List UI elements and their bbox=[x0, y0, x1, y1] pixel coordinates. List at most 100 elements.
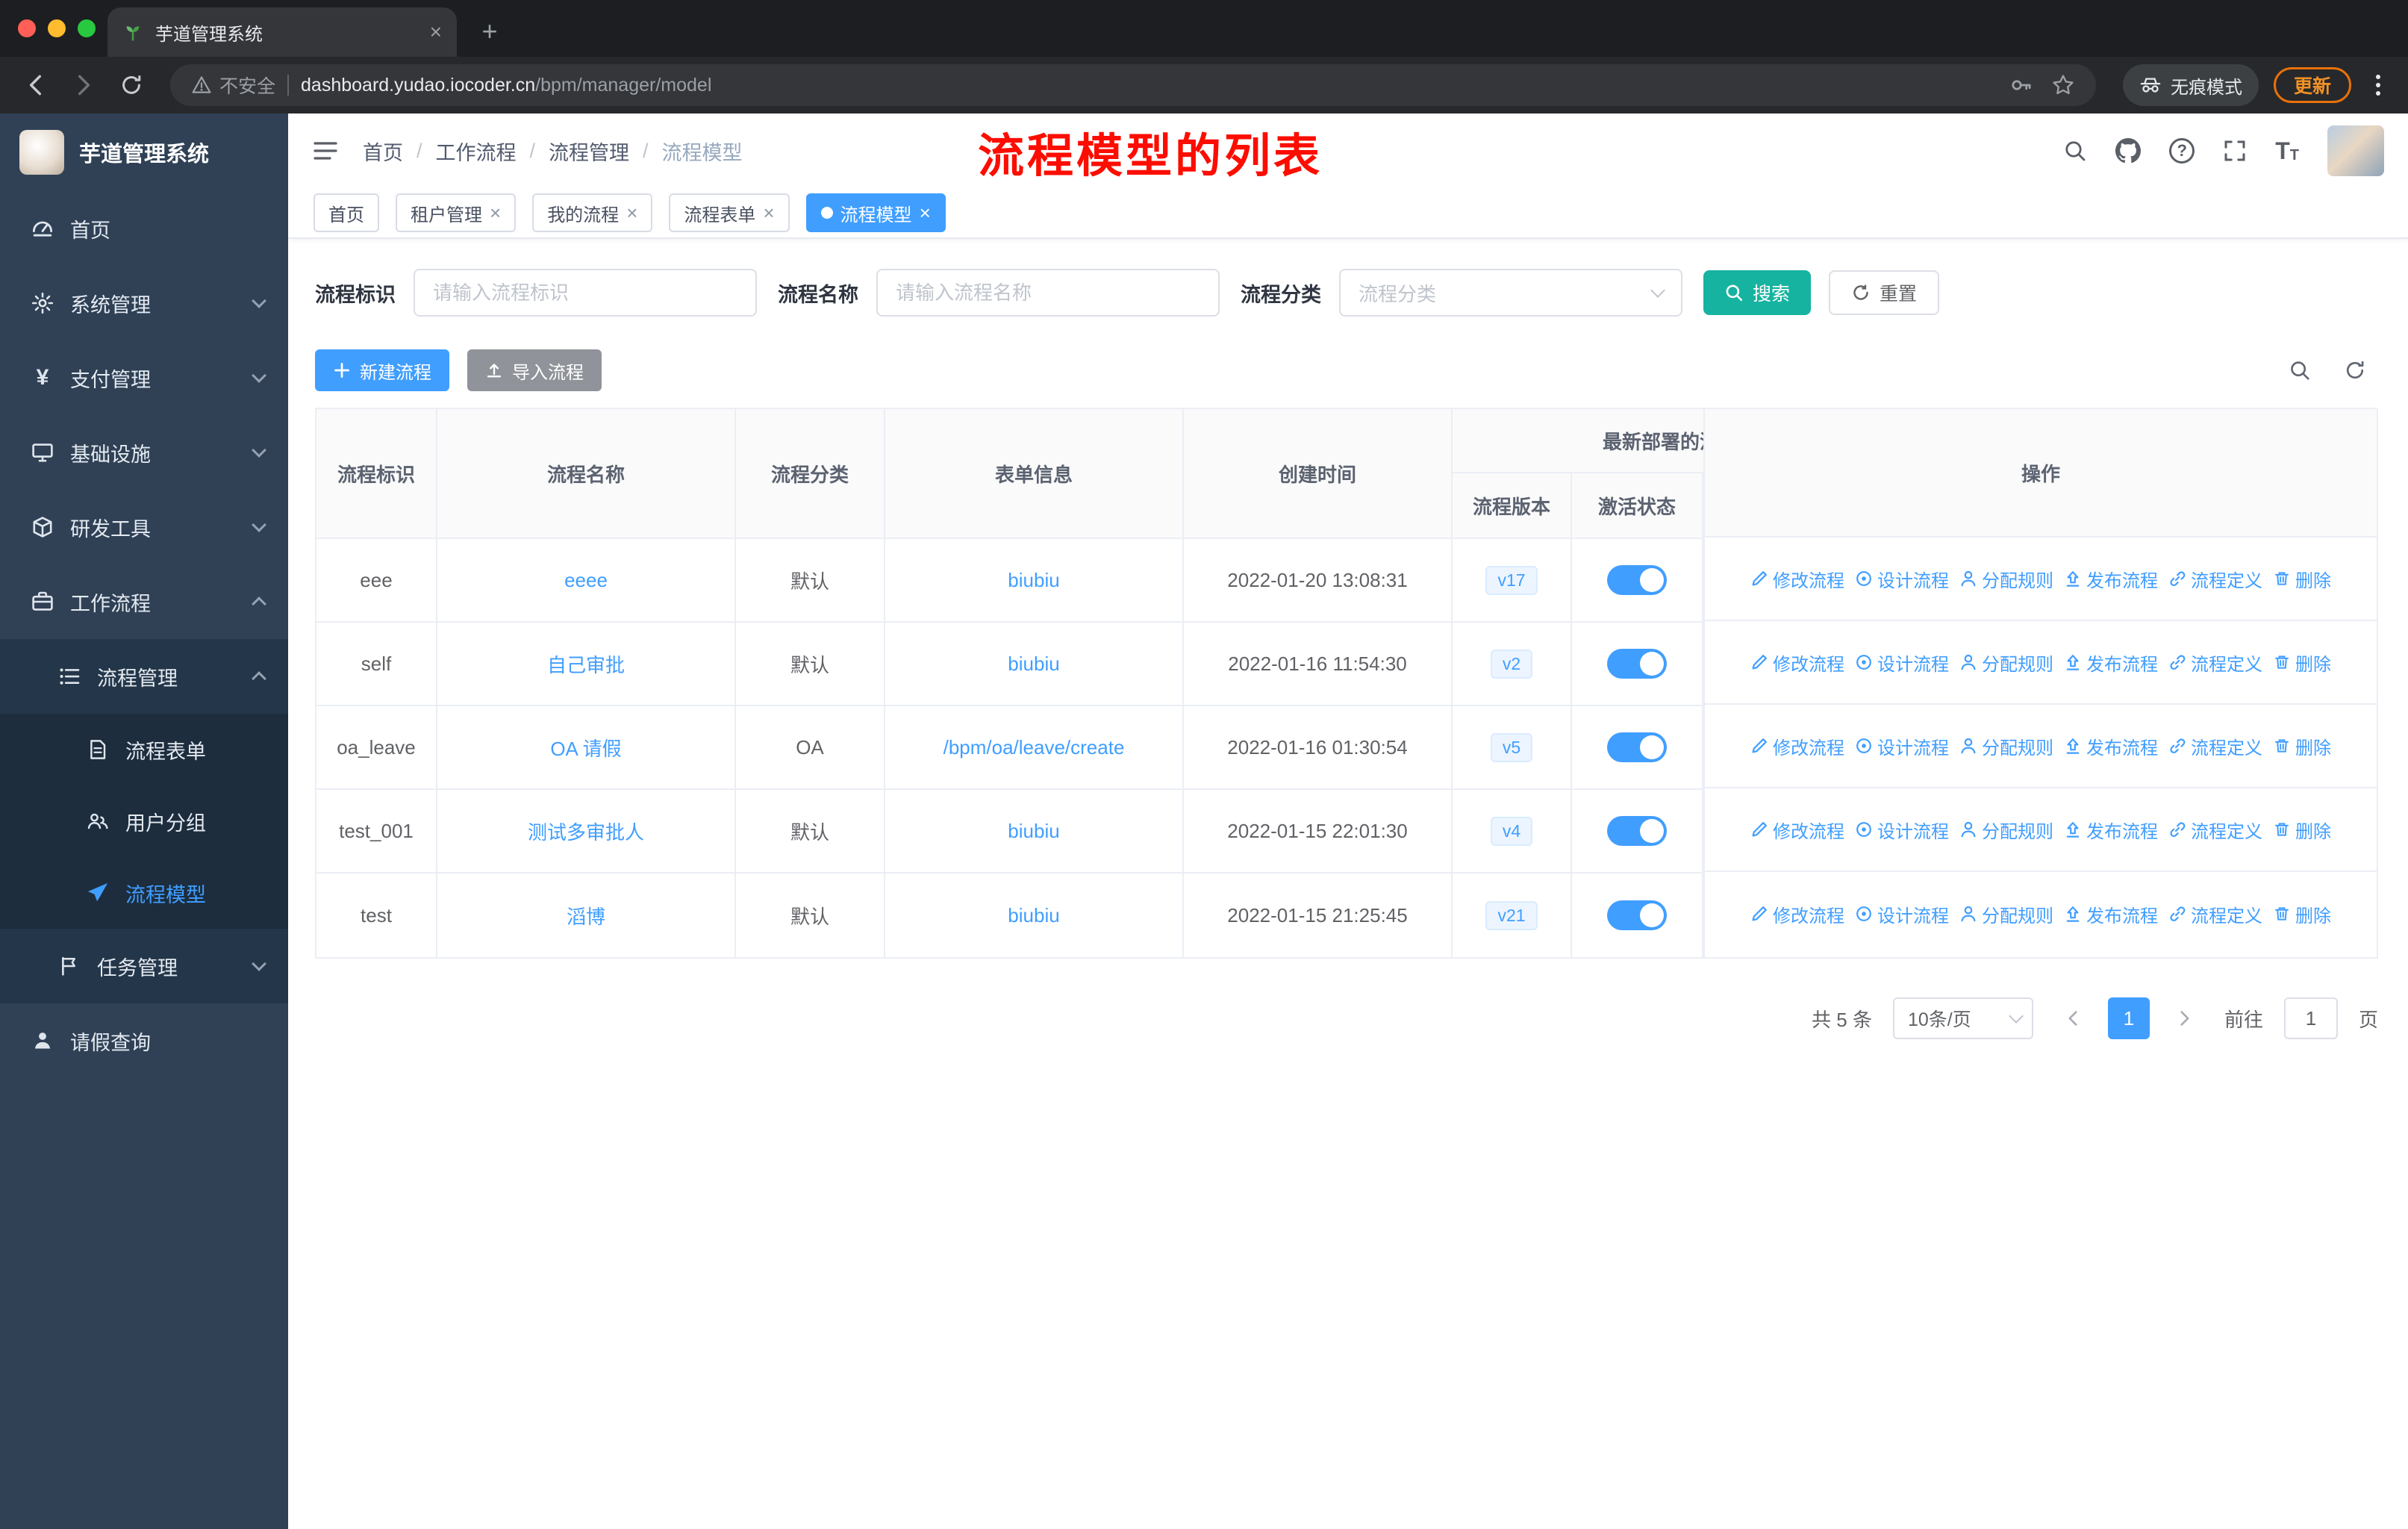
sidebar-item-process-form[interactable]: 流程表单 bbox=[0, 714, 288, 785]
cell-process-name[interactable]: OA 请假 bbox=[437, 706, 736, 788]
cell-process-name[interactable]: 滔博 bbox=[437, 874, 736, 957]
sidebar-item-system[interactable]: 系统管理 bbox=[0, 266, 288, 340]
close-icon[interactable]: × bbox=[626, 203, 637, 222]
action-edit[interactable]: 修改流程 bbox=[1750, 817, 1844, 843]
prev-page-icon[interactable] bbox=[2054, 997, 2093, 1039]
forward-icon[interactable] bbox=[63, 64, 105, 106]
sidebar-item-user-group[interactable]: 用户分组 bbox=[0, 785, 288, 857]
cell-form-info[interactable]: /bpm/oa/leave/create bbox=[885, 706, 1184, 788]
action-publish[interactable]: 发布流程 bbox=[2064, 733, 2158, 759]
close-window-button[interactable] bbox=[18, 19, 36, 37]
sidebar-item-workflow[interactable]: 工作流程 bbox=[0, 564, 288, 639]
security-warning[interactable]: 不安全 bbox=[191, 72, 275, 99]
close-icon[interactable]: × bbox=[920, 203, 931, 222]
action-user[interactable]: 分配规则 bbox=[1959, 566, 2053, 592]
tag-home[interactable]: 首页 bbox=[314, 193, 379, 232]
sidebar-item-dev-tools[interactable]: 研发工具 bbox=[0, 490, 288, 564]
action-delete[interactable]: 删除 bbox=[2273, 901, 2331, 927]
active-toggle[interactable] bbox=[1607, 649, 1667, 679]
action-publish[interactable]: 发布流程 bbox=[2064, 566, 2158, 592]
process-key-input[interactable] bbox=[414, 269, 757, 317]
action-publish[interactable]: 发布流程 bbox=[2064, 901, 2158, 927]
action-user[interactable]: 分配规则 bbox=[1959, 733, 2053, 759]
tab-close-icon[interactable]: × bbox=[430, 22, 442, 43]
update-button[interactable]: 更新 bbox=[2273, 67, 2351, 103]
tag-process-model[interactable]: 流程模型 × bbox=[805, 193, 946, 232]
action-definition[interactable]: 流程定义 bbox=[2168, 566, 2262, 592]
fullscreen-icon[interactable] bbox=[2223, 139, 2247, 163]
action-publish[interactable]: 发布流程 bbox=[2064, 650, 2158, 676]
cell-form-info[interactable]: biubiu bbox=[885, 539, 1184, 621]
active-toggle[interactable] bbox=[1607, 816, 1667, 846]
cell-form-info[interactable]: biubiu bbox=[885, 874, 1184, 957]
tag-process-form[interactable]: 流程表单 × bbox=[669, 193, 790, 232]
reload-icon[interactable] bbox=[110, 64, 152, 106]
sidebar-item-infrastructure[interactable]: 基础设施 bbox=[0, 415, 288, 490]
breadcrumb-item[interactable]: 首页 bbox=[363, 137, 403, 166]
refresh-table-icon[interactable] bbox=[2344, 359, 2366, 382]
browser-menu-icon[interactable] bbox=[2363, 69, 2393, 102]
cell-process-name[interactable]: eeee bbox=[437, 539, 736, 621]
page-size-select[interactable]: 10条/页 bbox=[1892, 997, 2033, 1039]
action-edit[interactable]: 修改流程 bbox=[1750, 650, 1844, 676]
action-design[interactable]: 设计流程 bbox=[1855, 650, 1949, 676]
sidebar-item-process-model[interactable]: 流程模型 bbox=[0, 857, 288, 929]
sidebar-item-task-management[interactable]: 任务管理 bbox=[0, 929, 288, 1003]
action-delete[interactable]: 删除 bbox=[2273, 566, 2331, 592]
close-icon[interactable]: × bbox=[763, 203, 774, 222]
import-process-button[interactable]: 导入流程 bbox=[467, 349, 602, 391]
reset-button[interactable]: 重置 bbox=[1829, 270, 1940, 315]
back-icon[interactable] bbox=[15, 64, 57, 106]
action-edit[interactable]: 修改流程 bbox=[1750, 733, 1844, 759]
breadcrumb-item[interactable]: 工作流程 bbox=[436, 137, 517, 166]
action-delete[interactable]: 删除 bbox=[2273, 817, 2331, 843]
close-icon[interactable]: × bbox=[490, 203, 501, 222]
cell-form-info[interactable]: biubiu bbox=[885, 790, 1184, 872]
action-design[interactable]: 设计流程 bbox=[1855, 733, 1949, 759]
active-toggle[interactable] bbox=[1607, 900, 1667, 930]
action-definition[interactable]: 流程定义 bbox=[2168, 901, 2262, 927]
action-design[interactable]: 设计流程 bbox=[1855, 817, 1949, 843]
create-process-button[interactable]: 新建流程 bbox=[315, 349, 449, 391]
action-definition[interactable]: 流程定义 bbox=[2168, 733, 2262, 759]
sidebar-item-process-management[interactable]: 流程管理 bbox=[0, 639, 288, 714]
tag-tenant-management[interactable]: 租户管理 × bbox=[396, 193, 517, 232]
action-user[interactable]: 分配规则 bbox=[1959, 901, 2053, 927]
address-bar[interactable]: 不安全 dashboard.yudao.iocoder.cn/bpm/manag… bbox=[170, 64, 2096, 106]
next-page-icon[interactable] bbox=[2165, 997, 2203, 1039]
action-definition[interactable]: 流程定义 bbox=[2168, 817, 2262, 843]
browser-tab[interactable]: 芋道管理系统 × bbox=[107, 7, 457, 57]
new-tab-button[interactable]: + bbox=[469, 10, 511, 52]
action-publish[interactable]: 发布流程 bbox=[2064, 817, 2158, 843]
action-edit[interactable]: 修改流程 bbox=[1750, 566, 1844, 592]
goto-page-input[interactable] bbox=[2283, 997, 2338, 1039]
cell-form-info[interactable]: biubiu bbox=[885, 623, 1184, 705]
action-design[interactable]: 设计流程 bbox=[1855, 566, 1949, 592]
action-user[interactable]: 分配规则 bbox=[1959, 817, 2053, 843]
action-delete[interactable]: 删除 bbox=[2273, 733, 2331, 759]
sidebar-item-home[interactable]: 首页 bbox=[0, 191, 288, 266]
action-user[interactable]: 分配规则 bbox=[1959, 650, 2053, 676]
github-icon[interactable] bbox=[2115, 138, 2142, 164]
search-icon[interactable] bbox=[2063, 139, 2087, 163]
cell-process-name[interactable]: 自己审批 bbox=[437, 623, 736, 705]
tag-my-process[interactable]: 我的流程 × bbox=[532, 193, 653, 232]
password-key-icon[interactable] bbox=[2009, 73, 2033, 97]
page-number-button[interactable]: 1 bbox=[2107, 997, 2150, 1039]
process-category-select[interactable]: 流程分类 bbox=[1339, 269, 1682, 317]
user-avatar[interactable] bbox=[2327, 125, 2384, 176]
search-button[interactable]: 搜索 bbox=[1703, 270, 1812, 315]
action-definition[interactable]: 流程定义 bbox=[2168, 650, 2262, 676]
active-toggle[interactable] bbox=[1607, 565, 1667, 595]
maximize-window-button[interactable] bbox=[78, 19, 96, 37]
process-name-input[interactable] bbox=[876, 269, 1220, 317]
collapse-sidebar-icon[interactable] bbox=[312, 137, 339, 164]
sidebar-item-leave-query[interactable]: 请假查询 bbox=[0, 1003, 288, 1078]
breadcrumb-item[interactable]: 流程管理 bbox=[549, 137, 629, 166]
cell-process-name[interactable]: 测试多审批人 bbox=[437, 790, 736, 872]
minimize-window-button[interactable] bbox=[48, 19, 66, 37]
action-delete[interactable]: 删除 bbox=[2273, 650, 2331, 676]
sidebar-item-payment[interactable]: ¥ 支付管理 bbox=[0, 340, 288, 415]
bookmark-star-icon[interactable] bbox=[2051, 73, 2075, 97]
active-toggle[interactable] bbox=[1607, 732, 1667, 762]
